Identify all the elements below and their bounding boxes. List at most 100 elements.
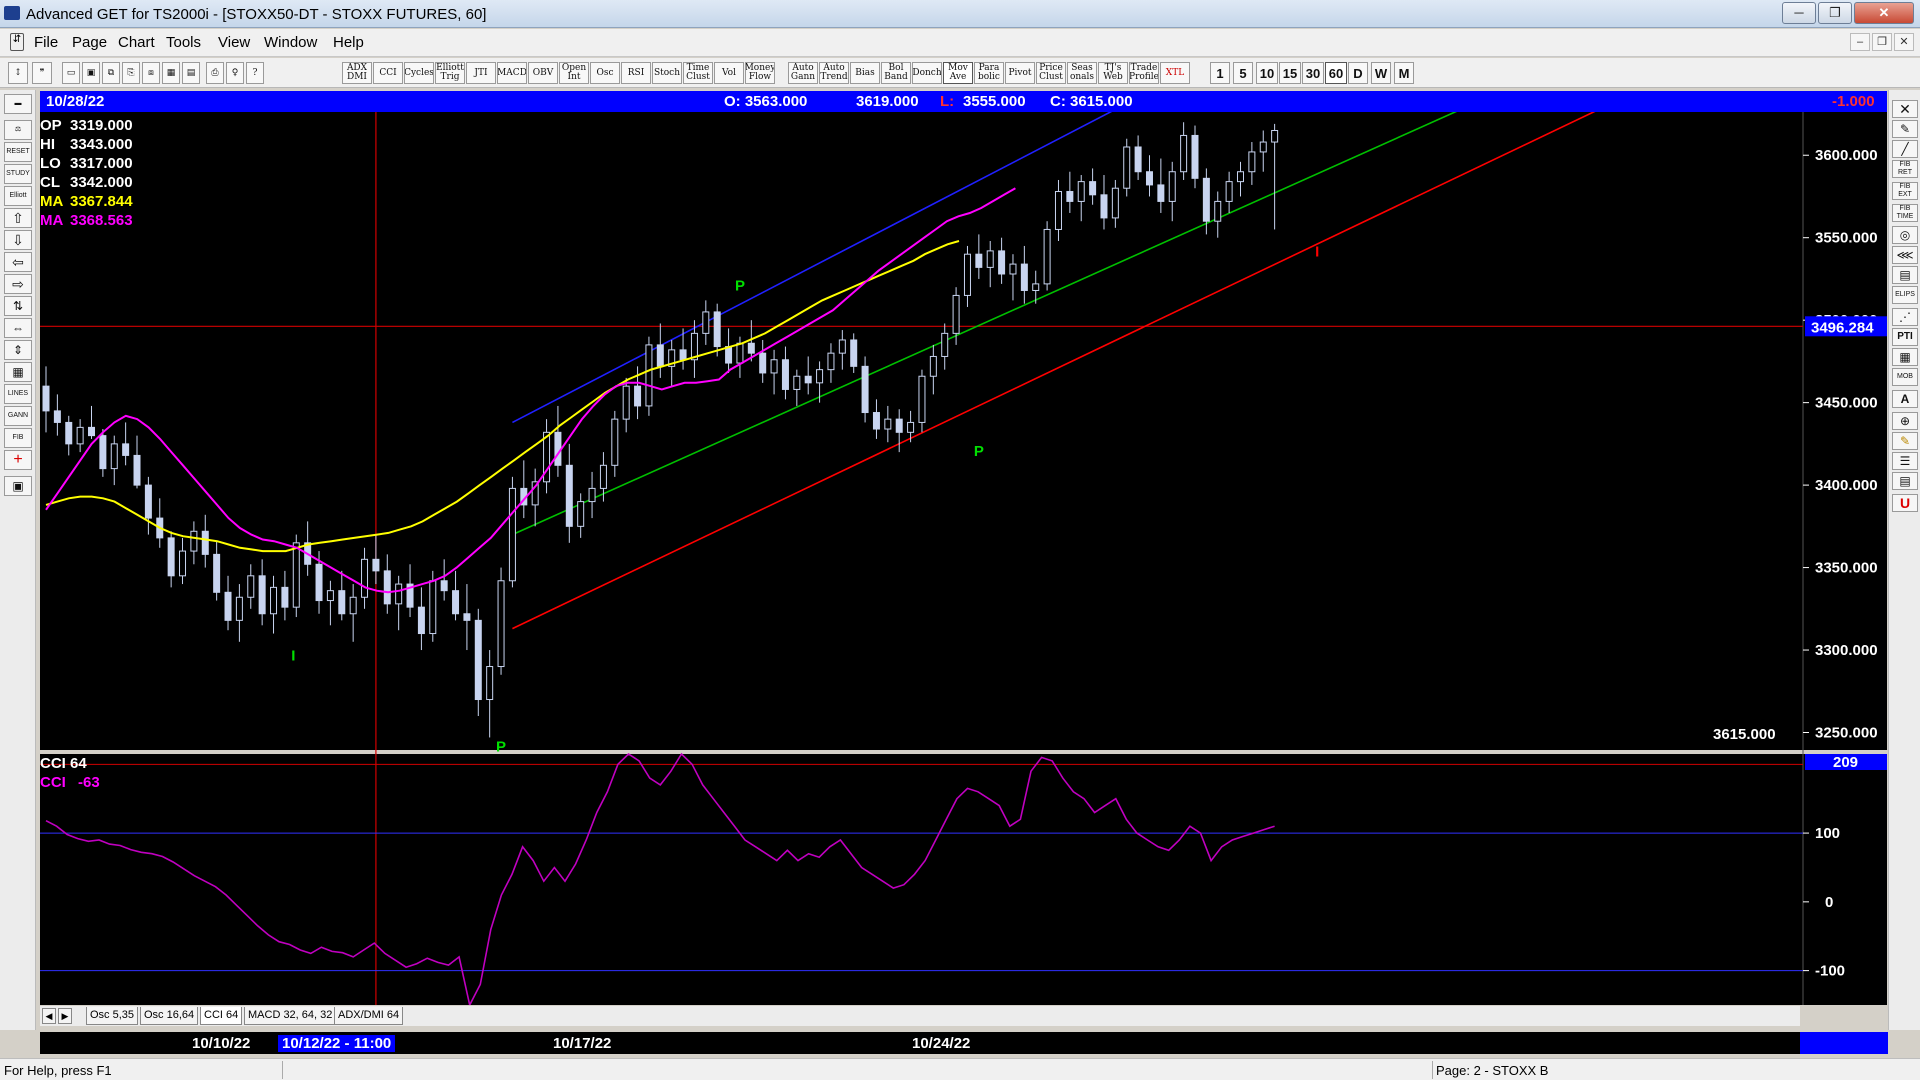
maximize-button[interactable]: ❐ [1818,2,1852,24]
arrow-down-icon[interactable]: ⇩ [4,230,32,250]
open-icon[interactable]: ▣ [82,62,100,84]
indicator-button-xtl[interactable]: XTL [1160,62,1190,84]
idea-icon[interactable]: ♀ [226,62,244,84]
indicator-button-para-bolic[interactable]: Para bolic [974,62,1004,84]
indicator-button-open-int[interactable]: Open Int [559,62,589,84]
new-icon[interactable]: ▭ [62,62,80,84]
expand-h-icon[interactable]: ⇔ [4,318,32,338]
menu-chart[interactable]: Chart [118,34,155,51]
timeframe-button-w[interactable]: W [1371,62,1391,84]
tab-prev-button[interactable]: ◀ [42,1008,56,1024]
timeframe-button-1[interactable]: 1 [1210,62,1230,84]
menu-file[interactable]: File [34,34,58,51]
mdi-minimize-button[interactable]: – [1850,33,1870,51]
pencil-icon[interactable]: ✎ [1892,120,1918,138]
reset-button[interactable]: RESET [4,142,32,162]
indicator-button-obv[interactable]: OBV [528,62,558,84]
indicator-button-cycles[interactable]: Cycles [404,62,434,84]
circle-tool-icon[interactable]: ◎ [1892,226,1918,244]
indicator-button-auto-gann[interactable]: Auto Gann [788,62,818,84]
gann-button[interactable]: GANN [4,406,32,426]
tab-next-button[interactable]: ▶ [58,1008,72,1024]
indicator-button-adx-dmi[interactable]: ADX DMI [342,62,372,84]
line-tool-icon[interactable]: ╱ [1892,140,1918,158]
pti-button[interactable]: PTI [1892,328,1918,346]
elliott-button[interactable]: Elliott [4,186,32,206]
tab-adx-dmi[interactable]: ADX/DMI 64 [334,1007,404,1025]
tab-macd[interactable]: MACD 32, 64, 32 [244,1007,337,1025]
indicator-button-money-flow[interactable]: Money Flow [745,62,775,84]
arrow-up-icon[interactable]: ⇧ [4,208,32,228]
indicator-button-bias[interactable]: Bias [850,62,880,84]
indicator-button-stoch[interactable]: Stoch [652,62,682,84]
indicator-button-trade-profile[interactable]: Trade Profile [1129,62,1159,84]
indicator-button-price-clust[interactable]: Price Clust [1036,62,1066,84]
chart-copy-icon[interactable]: ⧈ [142,62,160,84]
quote-icon[interactable]: ❞ [32,62,52,84]
grid-tool-icon[interactable]: ▦ [1892,348,1918,366]
fib-button[interactable]: FIB [4,428,32,448]
fib-ext-button[interactable]: FIB EXT [1892,182,1918,200]
indicator-button-macd[interactable]: MACD [497,62,527,84]
indicator-button-bol-band[interactable]: Bol Band [881,62,911,84]
undo-button[interactable]: U [1892,494,1918,512]
tab-cci-64[interactable]: CCI 64 [200,1007,243,1025]
indicator-button-seas-onals[interactable]: Seas onals [1067,62,1097,84]
indicator-button-osc[interactable]: Osc [590,62,620,84]
expand-v-icon[interactable]: ⇕ [4,340,32,360]
indicator-button-pivot[interactable]: Pivot [1005,62,1035,84]
arrow-left-icon[interactable]: ⇦ [4,252,32,272]
crosshair-icon[interactable]: + [4,450,32,470]
indicator-button-cci[interactable]: CCI [373,62,403,84]
indicator-button-donch[interactable]: Donch [912,62,942,84]
timeframe-button-m[interactable]: M [1394,62,1414,84]
close-button[interactable]: ✕ [1854,2,1914,24]
study-button[interactable]: STUDY [4,164,32,184]
pointer-icon[interactable]: ↕ [8,62,28,84]
indicator-button-jti[interactable]: JTI [466,62,496,84]
text-tool-button[interactable]: A [1892,390,1918,408]
doc-icon[interactable]: ⇵ [10,33,24,51]
ellipse-button[interactable]: ELIPS [1892,286,1918,304]
context-help-icon[interactable]: ? [246,62,264,84]
arrow-right-icon[interactable]: ⇨ [4,274,32,294]
fib-time-button[interactable]: FIB TIME [1892,204,1918,222]
delete-icon[interactable]: ✕ [1892,100,1918,118]
fib-ret-button[interactable]: FIB RET [1892,160,1918,178]
timeframe-button-60[interactable]: 60 [1325,62,1347,84]
indicator-button-time-clust[interactable]: Time Clust [683,62,713,84]
list-tool-icon[interactable]: ☰ [1892,452,1918,470]
print-setup-icon[interactable]: ▤ [182,62,200,84]
print-icon[interactable]: ⎙ [206,62,224,84]
folder-icon[interactable]: ▬ [4,94,32,114]
menu-page[interactable]: Page [72,34,107,51]
indicator-button-elliott-trig[interactable]: Elliott Trig [435,62,465,84]
indicator-button-tj-s-web[interactable]: TJ's Web [1098,62,1128,84]
timeframe-button-5[interactable]: 5 [1233,62,1253,84]
scale-icon[interactable]: ⚖ [4,120,32,140]
gann-fan-icon[interactable]: ⋰ [1892,308,1918,326]
minimize-button[interactable]: ─ [1782,2,1816,24]
copy-icon[interactable]: ⧉ [102,62,120,84]
zoom-icon[interactable]: ⊕ [1892,412,1918,430]
menu-window[interactable]: Window [264,34,317,51]
timeframe-button-d[interactable]: D [1348,62,1368,84]
lines-button[interactable]: LINES [4,384,32,404]
mob-button[interactable]: MOB [1892,368,1918,386]
tab-osc-16-64[interactable]: Osc 16,64 [140,1007,199,1025]
properties-icon[interactable]: ▣ [4,476,32,496]
indicator-button-rsi[interactable]: RSI [621,62,651,84]
box-tool-icon[interactable]: ▤ [1892,266,1918,284]
highlight-icon[interactable]: ✎ [1892,432,1918,450]
timeframe-button-30[interactable]: 30 [1302,62,1324,84]
grid-icon[interactable]: ▦ [162,62,180,84]
calendar-icon[interactable]: ▦ [4,362,32,382]
fan-tool-icon[interactable]: ⋘ [1892,246,1918,264]
indicator-button-mov-ave[interactable]: Mov Ave [943,62,973,84]
timeframe-button-10[interactable]: 10 [1256,62,1278,84]
compress-icon[interactable]: ⇅ [4,296,32,316]
indicator-button-auto-trend[interactable]: Auto Trend [819,62,849,84]
indicator-button-vol[interactable]: Vol [714,62,744,84]
table-tool-icon[interactable]: ▤ [1892,472,1918,490]
link-icon[interactable]: ⎘ [122,62,140,84]
